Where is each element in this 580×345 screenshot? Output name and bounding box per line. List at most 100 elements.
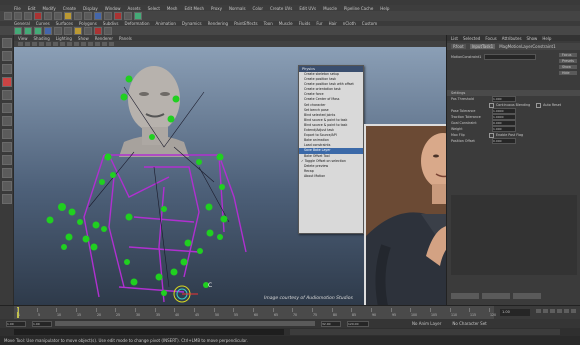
menu-item[interactable]: Pipeline Cache (344, 6, 373, 11)
plane-icon[interactable] (44, 26, 52, 35)
range-bar[interactable] (55, 321, 315, 326)
ae-menu-item[interactable]: Selected (463, 36, 480, 41)
play-forward-icon[interactable] (557, 309, 562, 313)
attr-field[interactable]: 0.000 (492, 138, 516, 144)
checkbox-icon[interactable] (489, 102, 494, 108)
play-back-icon[interactable] (550, 309, 555, 313)
scale-tool-icon[interactable] (1, 103, 12, 113)
joint-icon[interactable] (54, 26, 62, 35)
camera-icon[interactable] (84, 26, 92, 35)
render-icon[interactable] (104, 12, 112, 20)
camera-attributes-icon[interactable] (25, 42, 30, 46)
resolution-gate-icon[interactable] (60, 42, 65, 46)
save-scene-icon[interactable] (24, 12, 32, 20)
cube-icon[interactable] (24, 26, 32, 35)
layout-hypershade-icon[interactable] (1, 194, 12, 204)
menu-item[interactable]: Mesh (167, 6, 178, 11)
viewport-menu-item[interactable]: Shading (34, 36, 50, 41)
attr-field[interactable]: 1.000 (492, 126, 516, 132)
load-attributes-button[interactable] (482, 293, 510, 299)
checkbox-icon[interactable] (489, 132, 494, 138)
layout-two-icon[interactable] (1, 155, 12, 165)
current-frame-field[interactable]: 1.00 (500, 309, 530, 316)
ae-menu-item[interactable]: Focus (485, 36, 496, 41)
node-name-field[interactable] (484, 54, 537, 60)
ipr-render-icon[interactable] (114, 12, 122, 20)
rotate-tool-icon[interactable] (1, 90, 12, 100)
camera-select-icon[interactable] (18, 42, 23, 46)
menu-item[interactable]: Assets (128, 6, 141, 11)
viewport-menu-item[interactable]: Renderer (95, 36, 113, 41)
menu-item[interactable]: Create UVs (270, 6, 292, 11)
menu-item[interactable]: Color (253, 6, 263, 11)
node-tab[interactable]: InputTask1 (469, 44, 496, 49)
menu-item[interactable]: Muscle (323, 6, 337, 11)
cylinder-icon[interactable] (34, 26, 42, 35)
menu-item[interactable]: File (14, 6, 21, 11)
move-tool-icon[interactable] (1, 77, 12, 87)
select-object-icon[interactable] (44, 12, 52, 20)
copy-tab-button[interactable] (513, 293, 541, 299)
ae-menu-item[interactable]: Attributes (502, 36, 522, 41)
bookmark-icon[interactable] (32, 42, 37, 46)
render-settings-icon[interactable] (124, 12, 132, 20)
start-time-field[interactable]: 1.00 (6, 320, 26, 327)
select-button[interactable] (451, 293, 479, 299)
menu-item[interactable]: Edit UVs (299, 6, 316, 11)
ae-menu-item[interactable]: List (451, 36, 458, 41)
script-icon[interactable] (104, 26, 112, 35)
sphere-icon[interactable] (14, 26, 22, 35)
open-scene-icon[interactable] (14, 12, 22, 20)
viewport-menu-item[interactable]: Show (78, 36, 89, 41)
checkbox-icon[interactable] (536, 102, 542, 108)
menu-item[interactable]: Window (105, 6, 121, 11)
menu-item[interactable]: Help (380, 6, 389, 11)
constraint-icon[interactable] (94, 26, 102, 35)
new-scene-icon[interactable] (4, 12, 12, 20)
layout-four-icon[interactable] (1, 142, 12, 152)
focus-button[interactable]: Focus (559, 53, 577, 57)
go-to-start-icon[interactable] (536, 309, 541, 313)
viewport-menu-item[interactable]: View (18, 36, 28, 41)
last-tool-icon[interactable] (1, 116, 12, 126)
light-icon[interactable] (74, 26, 82, 35)
presets-button[interactable]: Presets (559, 59, 577, 63)
menu-item[interactable]: Proxy (211, 6, 222, 11)
playback-end-field[interactable]: 32.00 (321, 320, 341, 327)
layout-graph-icon[interactable] (1, 181, 12, 191)
move-manipulator[interactable] (173, 285, 198, 303)
time-slider[interactable]: 1 5 10 15 20 25 30 35 40 45 50 55 60 65 70 75 80 85 90 95 10… (0, 305, 580, 320)
playback-start-field[interactable]: 1.00 (32, 320, 52, 327)
history-icon[interactable] (94, 12, 102, 20)
smooth-shade-icon[interactable] (74, 42, 79, 46)
film-gate-icon[interactable] (53, 42, 58, 46)
isolate-icon[interactable] (109, 42, 114, 46)
paint-select-tool-icon[interactable] (1, 64, 12, 74)
command-input[interactable] (14, 329, 284, 335)
snap-curve-icon[interactable] (74, 12, 82, 20)
lasso-tool-icon[interactable] (1, 51, 12, 61)
layout-outliner-icon[interactable] (1, 168, 12, 178)
end-time-field[interactable]: 120.00 (347, 320, 369, 327)
viewport-menu-item[interactable]: Panels (119, 36, 132, 41)
node-tab[interactable]: Rfoot (451, 44, 466, 49)
menu-item[interactable]: Normals (229, 6, 246, 11)
select-tool-icon[interactable] (1, 38, 12, 48)
menu-item[interactable]: Edit (28, 6, 36, 11)
ae-menu-item[interactable]: Show (527, 36, 538, 41)
step-back-icon[interactable] (543, 309, 548, 313)
show-button[interactable]: Show (559, 65, 577, 69)
anim-layer-label[interactable]: No Anim Layer (412, 321, 441, 326)
shadows-icon[interactable] (95, 42, 100, 46)
select-component-icon[interactable] (54, 12, 62, 20)
grid-toggle-icon[interactable] (46, 42, 51, 46)
step-forward-icon[interactable] (564, 309, 569, 313)
viewport-menu-item[interactable]: Lighting (56, 36, 72, 41)
textured-icon[interactable] (81, 42, 86, 46)
menu-item[interactable]: Select (148, 6, 160, 11)
image-plane-icon[interactable] (39, 42, 44, 46)
character-set-label[interactable]: No Character Set (452, 321, 486, 326)
attr-field[interactable]: 1.000 (492, 96, 516, 102)
node-tab[interactable]: MagMotionLayerConstraint1 (499, 44, 555, 49)
select-hierarchy-icon[interactable] (34, 12, 42, 20)
